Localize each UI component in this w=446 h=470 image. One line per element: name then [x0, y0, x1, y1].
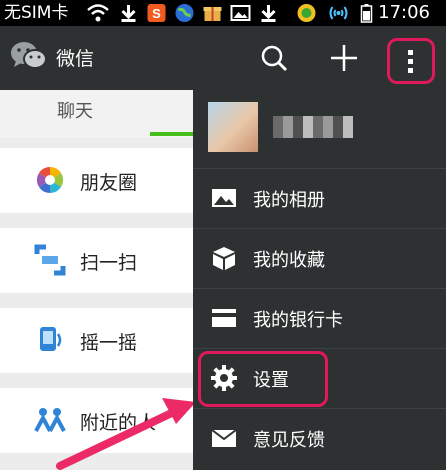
- favorites-icon: [213, 247, 235, 270]
- menu-item-album[interactable]: 我的相册: [193, 168, 446, 228]
- album-icon: [212, 189, 236, 207]
- menu-item-favorites[interactable]: 我的收藏: [193, 228, 446, 288]
- menu-profile[interactable]: [193, 86, 446, 168]
- menu-item-label: 意见反馈: [253, 430, 325, 451]
- avatar: [208, 102, 258, 152]
- menu-item-label: 我的收藏: [253, 250, 325, 271]
- settings-highlight-box: [198, 351, 328, 407]
- menu-item-label: 我的相册: [253, 190, 325, 211]
- menu-item-bank-card[interactable]: 我的银行卡: [193, 288, 446, 348]
- blurred-username: [273, 116, 353, 138]
- overflow-menu: 我的相册 我的收藏 我的银行卡 设置 意见反馈: [193, 86, 446, 470]
- feedback-icon: [211, 429, 237, 447]
- bank-card-icon: [212, 309, 236, 327]
- menu-item-feedback[interactable]: 意见反馈: [193, 408, 446, 468]
- menu-item-label: 我的银行卡: [253, 310, 343, 331]
